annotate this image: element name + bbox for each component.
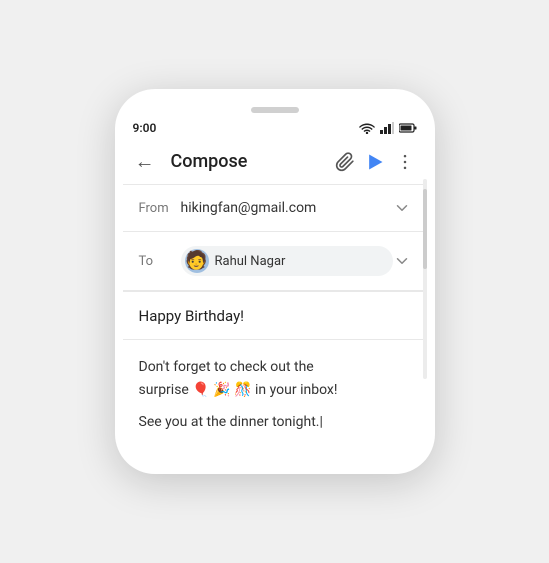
wifi-icon — [359, 122, 375, 134]
status-bar: 9:00 — [115, 119, 435, 139]
to-row: To 🧑 Rahul Nagar — [123, 232, 427, 290]
from-value: hikingfan@gmail.com — [181, 200, 393, 216]
more-icon[interactable] — [395, 152, 415, 172]
signal-icon — [380, 122, 394, 134]
avatar: 🧑 — [185, 249, 209, 273]
avatar-emoji: 🧑 — [185, 252, 207, 270]
body-line2: See you at the dinner tonight.| — [139, 411, 411, 433]
attach-icon[interactable] — [335, 152, 355, 172]
phone-top-bar — [115, 107, 435, 113]
phone-shell: 9:00 — [115, 89, 435, 473]
from-row: From hikingfan@gmail.com — [123, 185, 427, 231]
subject-row[interactable]: Happy Birthday! — [123, 291, 427, 340]
body-line1: Don't forget to check out thesurprise 🎈 … — [139, 356, 411, 401]
status-icons — [359, 122, 417, 134]
to-chevron-icon[interactable] — [393, 252, 411, 270]
from-chevron-icon[interactable] — [393, 199, 411, 217]
battery-icon — [399, 123, 417, 133]
time-display: 9:00 — [133, 121, 157, 135]
subject-text: Happy Birthday! — [139, 307, 245, 325]
recipient-chip[interactable]: 🧑 Rahul Nagar — [181, 246, 393, 276]
phone-speaker — [251, 107, 299, 113]
body-text: Don't forget to check out thesurprise 🎈 … — [139, 356, 411, 433]
body-area[interactable]: Don't forget to check out thesurprise 🎈 … — [123, 340, 427, 445]
app-area: ← Compose — [123, 139, 427, 445]
back-button[interactable]: ← — [135, 149, 155, 174]
scroll-track — [423, 179, 427, 379]
to-label: To — [139, 254, 181, 269]
toolbar-actions — [335, 152, 415, 172]
toolbar: ← Compose — [123, 139, 427, 184]
recipient-name: Rahul Nagar — [215, 254, 286, 269]
scroll-thumb — [423, 189, 427, 269]
toolbar-title: Compose — [171, 151, 335, 172]
from-label: From — [139, 201, 181, 216]
send-icon[interactable] — [365, 152, 385, 172]
